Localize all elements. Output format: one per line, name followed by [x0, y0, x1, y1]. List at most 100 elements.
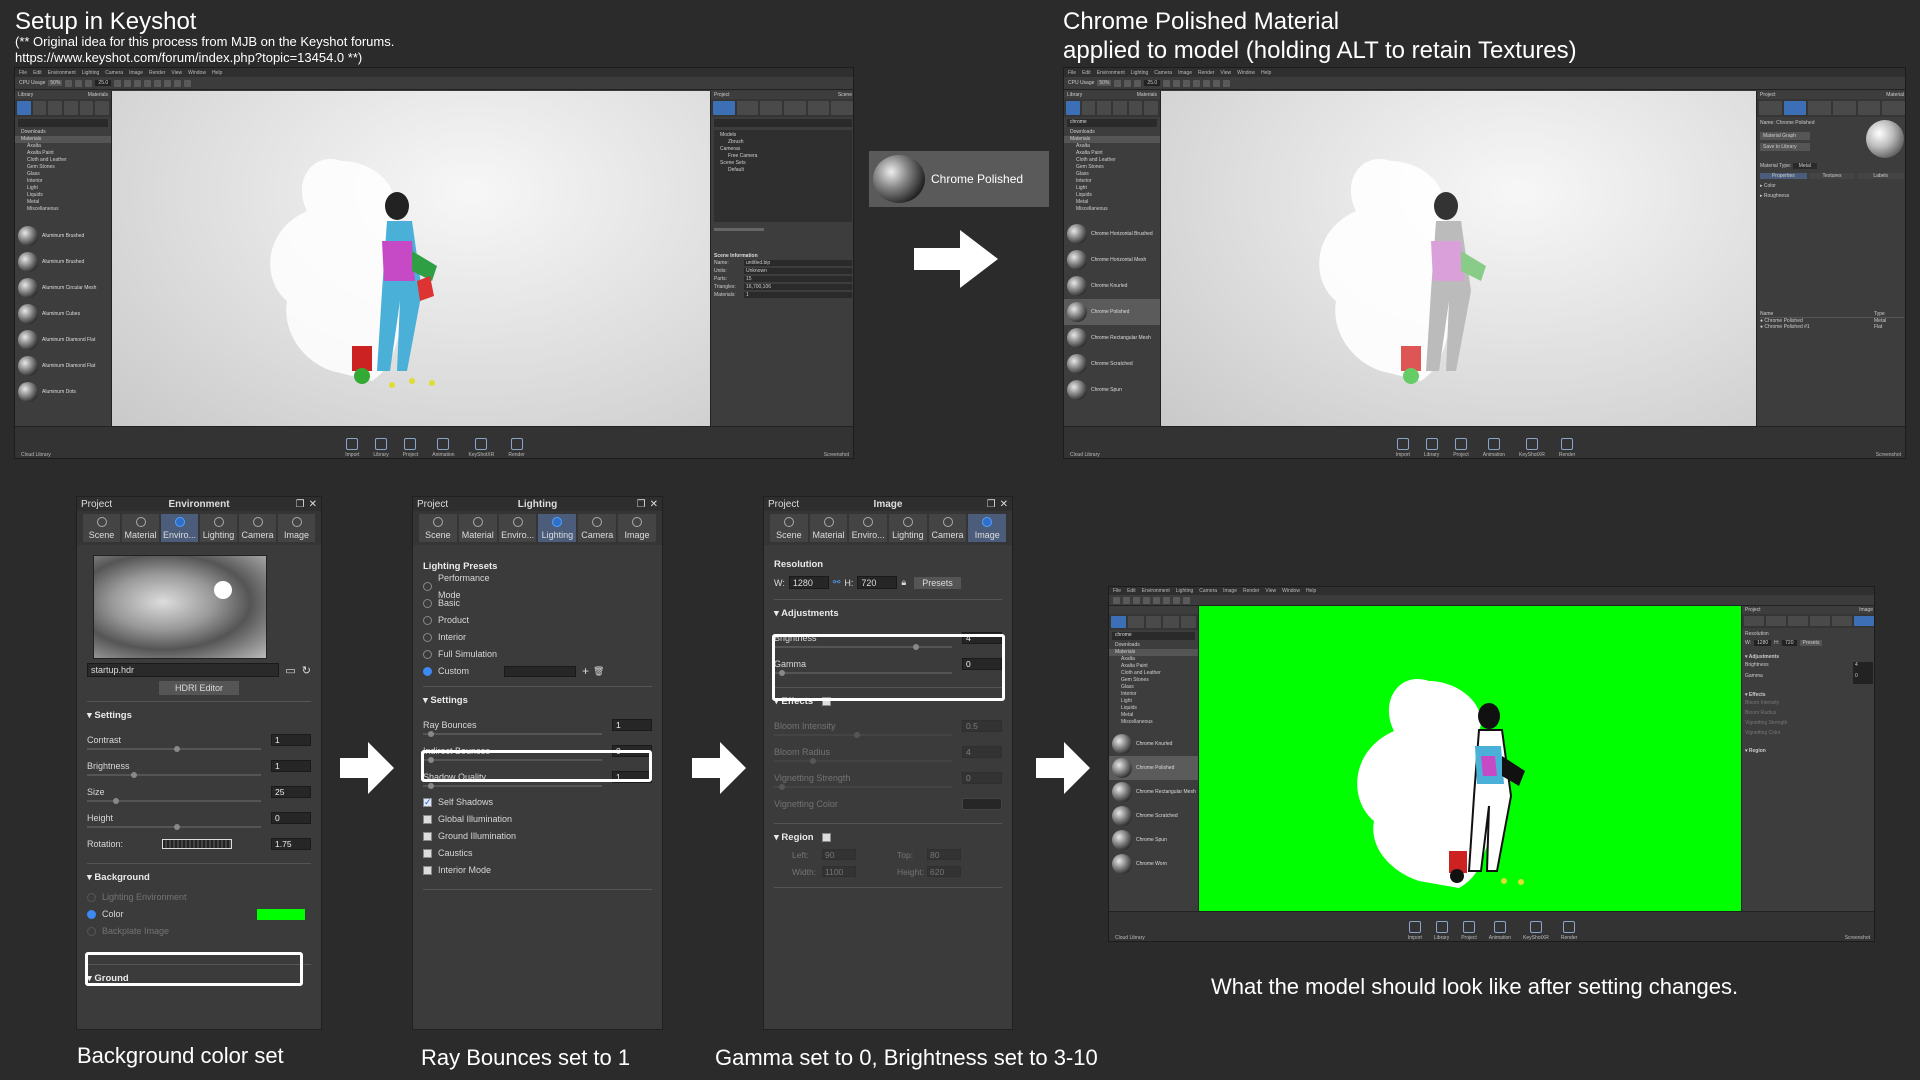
tree-item[interactable]: Miscellaneous [1064, 206, 1160, 213]
lib-tab[interactable] [48, 101, 63, 115]
menu-item[interactable]: Image [129, 70, 143, 76]
setting-field[interactable]: 1 [271, 760, 311, 772]
lighting-checkbox[interactable]: Caustics [423, 845, 652, 862]
material-thumb[interactable]: Chrome Horizontal Brushed [1064, 221, 1160, 247]
menu-item[interactable]: Image [1178, 70, 1192, 76]
lib-tab[interactable] [17, 101, 31, 115]
bg-option-color[interactable]: Color [87, 906, 311, 923]
bottom-bar-item[interactable]: KeyShotXR [469, 438, 494, 458]
tree-item[interactable]: Downloads [15, 129, 111, 136]
lighting-preset[interactable]: Performance Mode [423, 573, 652, 600]
tree-item[interactable]: Interior [1109, 691, 1198, 698]
panel-tab[interactable]: Enviro... [498, 514, 537, 542]
material-thumb[interactable]: Aluminum Diamond Flat [15, 327, 111, 353]
panel-tab[interactable]: Camera [578, 514, 617, 542]
cpu-value[interactable]: 50% [48, 80, 63, 86]
bg-option-lighting[interactable]: Lighting Environment [87, 889, 311, 906]
menu-item[interactable]: Environment [48, 70, 76, 76]
lighting-preset[interactable]: Product [423, 612, 652, 629]
trash-icon[interactable]: 🗑︎ [593, 663, 604, 680]
material-prop[interactable]: ▸ Roughness [1760, 193, 1904, 203]
bottom-bar-item[interactable]: Project [1461, 921, 1477, 941]
effect-field[interactable]: 0 [962, 772, 1002, 784]
material-thumb[interactable]: Chrome Scratched [1109, 804, 1198, 828]
render-viewport[interactable] [112, 91, 710, 426]
panel-tab[interactable]: Image [618, 514, 656, 542]
menu-item[interactable]: Camera [105, 70, 123, 76]
menu-item[interactable]: Edit [1082, 70, 1091, 76]
tree-item[interactable]: Light [1064, 185, 1160, 192]
material-graph-button[interactable]: Material Graph [1760, 132, 1810, 140]
scene-tree-item[interactable]: Free Camera [714, 153, 852, 160]
tree-item[interactable]: Glass [1064, 171, 1160, 178]
panel-tab[interactable]: Image [278, 514, 315, 542]
screenshot-button[interactable]: Screenshot [824, 452, 849, 458]
close-icon[interactable]: ✕ [650, 499, 658, 510]
tree-item[interactable]: Cloth and Leather [1109, 670, 1198, 677]
slider-knob[interactable] [174, 746, 180, 752]
setting-slider[interactable] [423, 783, 602, 789]
lib-tab[interactable] [64, 101, 78, 115]
lib-tab[interactable] [95, 101, 110, 115]
tree-item[interactable]: Interior [1064, 178, 1160, 185]
material-subtab[interactable]: Textures [1808, 173, 1856, 179]
panel-tab[interactable]: Lighting [538, 514, 577, 542]
effect-field[interactable]: 0.5 [962, 720, 1002, 732]
menu-item[interactable]: File [19, 70, 27, 76]
material-thumb[interactable]: Chrome Horizontal Mesh [1064, 247, 1160, 273]
height-field[interactable]: 720 [857, 576, 898, 589]
lib-tab[interactable] [32, 101, 47, 115]
slider-knob[interactable] [428, 731, 435, 737]
bottom-bar-item[interactable]: Render [508, 438, 525, 458]
menu-item[interactable]: Environment [1142, 588, 1170, 594]
hdri-editor-button[interactable]: HDRI Editor [159, 681, 239, 695]
material-thumb[interactable]: Chrome Polished [1064, 299, 1160, 325]
setting-slider[interactable] [87, 772, 261, 778]
setting-field[interactable]: 1 [612, 719, 652, 731]
fps-field[interactable]: 25.0 [1144, 80, 1161, 86]
material-thumb[interactable]: Chrome Rectangular Mesh [1109, 780, 1198, 804]
cpu-value[interactable]: 50% [1097, 80, 1112, 86]
material-thumb[interactable]: Aluminum Circular Mesh [15, 275, 111, 301]
folder-icon[interactable]: ▭ [285, 664, 295, 677]
setting-slider[interactable] [87, 798, 261, 804]
slider-knob[interactable] [130, 772, 137, 778]
bottom-bar-item[interactable]: Import [1396, 438, 1410, 458]
tree-item[interactable]: Downloads [1064, 129, 1160, 136]
lighting-checkbox[interactable]: Interior Mode [423, 862, 652, 879]
lighting-preset[interactable]: Basic [423, 595, 652, 612]
bottom-bar-item[interactable]: Project [1453, 438, 1469, 458]
menu-item[interactable]: Window [1282, 588, 1300, 594]
material-thumb[interactable]: Aluminum Dots [15, 379, 111, 405]
menu-item[interactable]: File [1113, 588, 1121, 594]
bottom-bar-item[interactable]: KeyShotXR [1523, 921, 1549, 941]
bottom-bar-item[interactable]: Animation [432, 438, 455, 458]
screenshot-button[interactable]: Screenshot [1876, 452, 1901, 458]
scene-tree-item[interactable]: Zbrush [714, 139, 852, 146]
material-type-select[interactable]: Metal [1792, 163, 1817, 169]
panel-tab[interactable]: Material [458, 514, 497, 542]
hdri-file-field[interactable]: startup.hdr [87, 663, 280, 677]
tree-item[interactable]: Cloth and Leather [15, 157, 111, 164]
panel-tab[interactable]: Enviro... [849, 514, 888, 542]
bg-option-backplate[interactable]: Backplate Image [87, 923, 311, 940]
tree-item[interactable]: Axalta [1064, 143, 1160, 150]
region-field[interactable]: Left: 90 [792, 849, 897, 860]
bg-color-swatch[interactable] [257, 909, 305, 920]
material-thumb[interactable]: Aluminum Brushed [15, 223, 111, 249]
scene-tree-item[interactable]: Models [714, 132, 852, 139]
tree-item[interactable]: Materials [15, 136, 111, 143]
scene-tree-item[interactable]: Default [714, 167, 852, 174]
panel-tab[interactable]: Material [809, 514, 848, 542]
popout-icon[interactable]: ❐ [637, 499, 646, 510]
library-search-input[interactable]: chrome [1067, 119, 1157, 127]
bottom-bar-item[interactable]: Render [1561, 921, 1577, 941]
tree-item[interactable]: Light [1109, 698, 1198, 705]
screenshot-button[interactable]: Screenshot [1845, 935, 1870, 941]
material-thumb[interactable]: Chrome Worn [1109, 852, 1198, 876]
tree-item[interactable]: Gem Stones [15, 164, 111, 171]
setting-slider[interactable] [87, 746, 261, 752]
material-subtab[interactable]: Properties [1760, 173, 1807, 179]
region-section[interactable]: ▾ Region [774, 832, 1002, 843]
setting-slider[interactable] [423, 731, 602, 737]
